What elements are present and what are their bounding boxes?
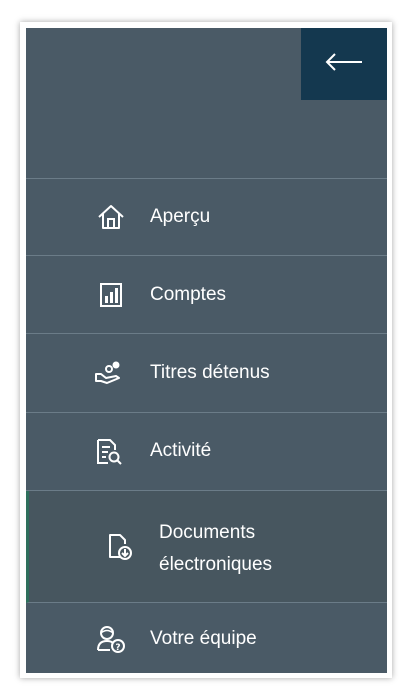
document-search-icon [94,437,124,467]
nav-item-titres-detenus[interactable]: Titres détenus [26,334,387,413]
team-support-icon: ? [96,624,126,654]
nav-item-votre-equipe[interactable]: ? Votre équipe [26,603,387,675]
collapse-menu-button[interactable] [301,28,387,100]
nav-item-label: Documents électroniques [159,517,272,581]
document-download-icon [105,532,135,562]
side-navigation-panel: Aperçu Comptes Titres détenus Activité D… [26,28,387,673]
holdings-hand-icon [94,358,124,388]
account-report-icon [96,280,126,310]
svg-text:?: ? [115,643,120,653]
nav-item-label: Activité [150,440,212,461]
nav-item-comptes[interactable]: Comptes [26,256,387,334]
home-icon [96,202,126,232]
nav-item-label-line2: électroniques [159,554,273,575]
nav-item-label: Votre équipe [150,628,257,649]
nav-item-label: Aperçu [150,206,211,227]
nav-item-label-line1: Documents [159,522,256,543]
nav-item-documents-electroniques[interactable]: Documents électroniques [26,491,387,603]
screenshot-frame: Aperçu Comptes Titres détenus Activité D… [0,0,399,692]
nav-item-label: Titres détenus [150,362,270,383]
nav-item-label: Comptes [150,284,227,305]
nav-item-apercu[interactable]: Aperçu [26,179,387,256]
arrow-left-icon [324,52,364,77]
nav-item-activite[interactable]: Activité [26,413,387,491]
nav-menu: Aperçu Comptes Titres détenus Activité D… [26,178,387,675]
